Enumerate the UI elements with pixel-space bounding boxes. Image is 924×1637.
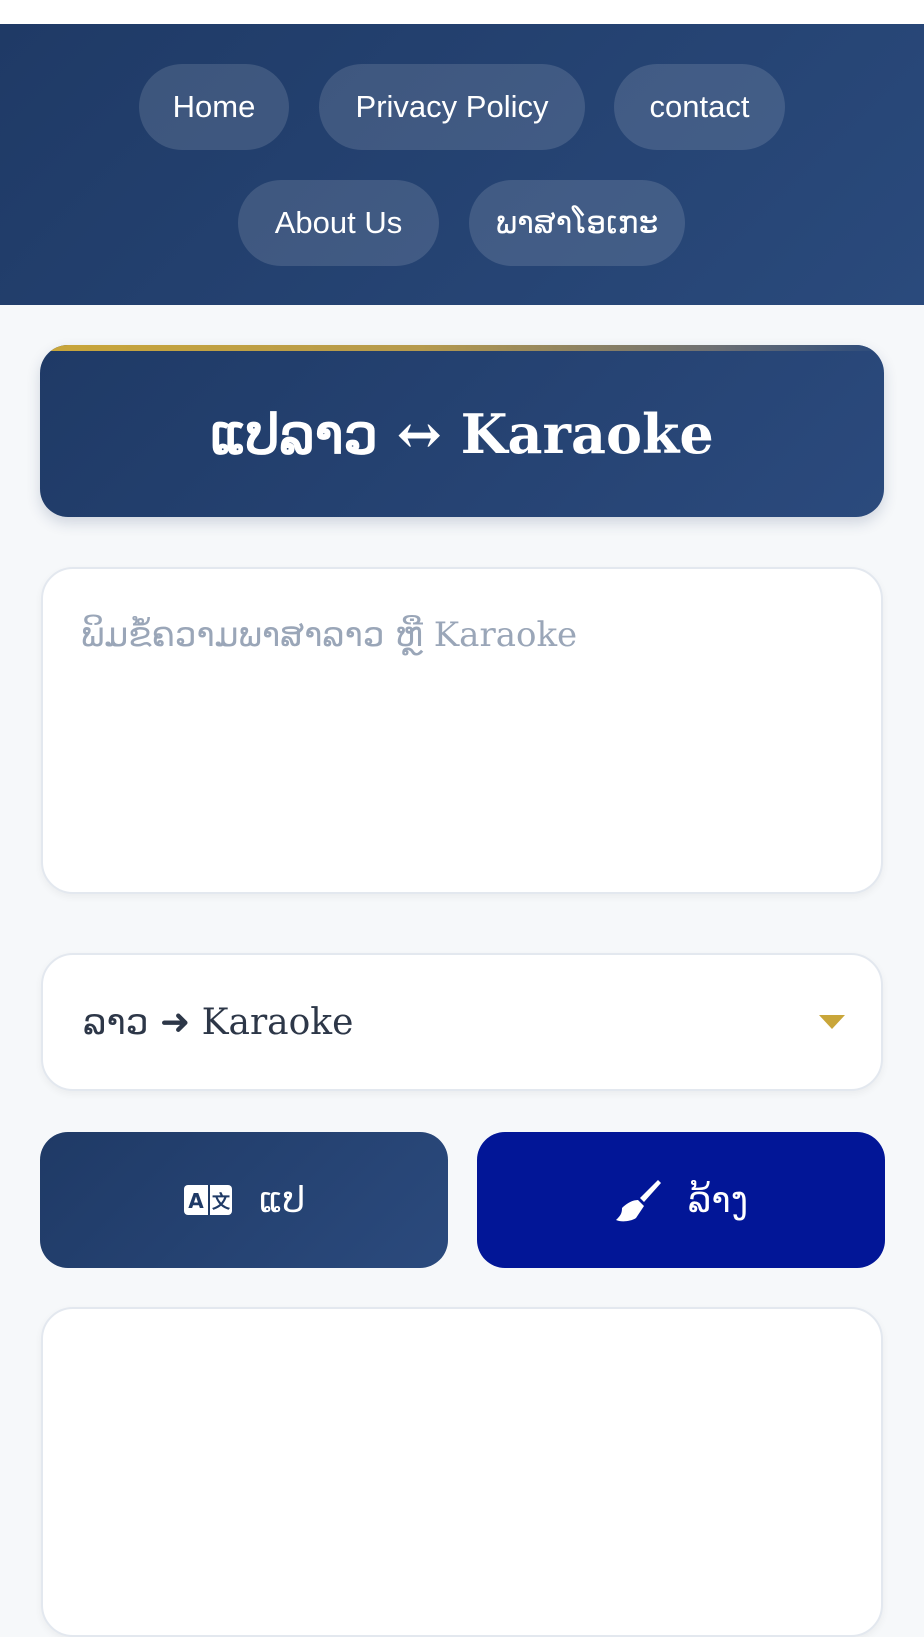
svg-text:A: A xyxy=(188,1189,204,1213)
translate-button-label: ແປ xyxy=(258,1179,306,1221)
chevron-down-icon xyxy=(819,1015,845,1029)
title-card: ແປລາວ ↔ Karaoke xyxy=(40,345,884,517)
broom-icon xyxy=(614,1178,662,1222)
top-navigation: Home Privacy Policy contact About Us ພາສ… xyxy=(0,24,924,305)
nav-privacy-policy-link[interactable]: Privacy Policy xyxy=(319,64,585,150)
clear-button[interactable]: ລ້າງ xyxy=(477,1132,885,1268)
clear-button-label: ລ້າງ xyxy=(687,1179,749,1221)
page-title: ແປລາວ ↔ Karaoke xyxy=(210,402,714,466)
direction-select-value: ລາວ ➜ Karaoke xyxy=(83,1001,354,1043)
nav-contact-link[interactable]: contact xyxy=(614,64,785,150)
status-bar-area xyxy=(0,0,924,24)
input-panel xyxy=(41,567,883,894)
nav-karaoke-language-link[interactable]: ພາສາໂອເກະ xyxy=(469,180,685,266)
nav-home-link[interactable]: Home xyxy=(139,64,289,150)
output-text xyxy=(43,1309,881,1401)
output-panel xyxy=(41,1307,883,1637)
translate-button[interactable]: A 文 ແປ xyxy=(40,1132,448,1268)
nav-about-us-link[interactable]: About Us xyxy=(238,180,439,266)
translate-icon: A 文 xyxy=(183,1184,233,1216)
text-input[interactable] xyxy=(43,569,881,892)
svg-text:文: 文 xyxy=(212,1191,231,1213)
direction-select[interactable]: ລາວ ➜ Karaoke xyxy=(41,953,883,1091)
